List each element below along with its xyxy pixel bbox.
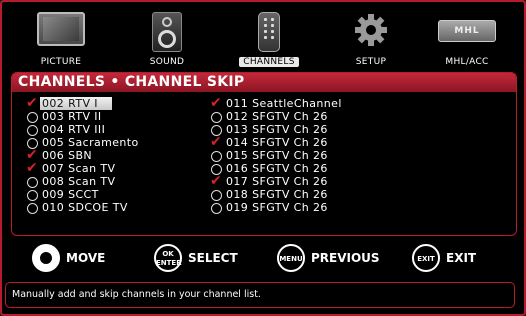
menu-button-icon: MENU <box>277 244 305 272</box>
channel-label: 018 SFGTV Ch 26 <box>226 188 328 201</box>
channel-label: 007 Scan TV <box>42 162 116 175</box>
tab-picture-label: PICTURE <box>40 57 82 67</box>
channel-row[interactable]: 012 SFGTV Ch 26 <box>208 110 448 123</box>
tab-channels-label: CHANNELS <box>224 57 314 67</box>
tab-picture[interactable]: PICTURE <box>16 4 106 70</box>
channel-label: 013 SFGTV Ch 26 <box>226 123 328 136</box>
move-label: MOVE <box>66 251 106 265</box>
channel-skip-panel: CHANNELS • CHANNEL SKIP ✔ 002 RTV I 003 RT… <box>11 72 517 236</box>
channel-row[interactable]: ✔ 014 SFGTV Ch 26 <box>208 135 448 149</box>
channel-label: 006 SBN <box>42 149 93 162</box>
tab-mhl-acc-label: MHL/ACC <box>445 57 489 67</box>
tab-channels[interactable]: CHANNELS <box>224 4 314 70</box>
channel-label: 016 SFGTV Ch 26 <box>226 162 328 175</box>
skip-radio-icon[interactable] <box>211 112 222 123</box>
tv-icon <box>37 12 85 46</box>
channel-label: 012 SFGTV Ch 26 <box>226 110 328 123</box>
channel-list-right: ✔ 011 SeattleChannel 012 SFGTV Ch 26 013 SF… <box>208 96 448 214</box>
skip-radio-icon[interactable] <box>27 125 38 136</box>
channel-row[interactable]: ✔ 017 SFGTV Ch 26 <box>208 174 448 188</box>
tab-setup-label: SETUP <box>355 57 387 67</box>
channel-row[interactable]: 015 SFGTV Ch 26 <box>208 149 448 162</box>
channel-label: 009 SCCT <box>42 188 99 201</box>
tab-sound[interactable]: SOUND <box>122 4 212 70</box>
control-hints: MOVE OK ENTER SELECT MENU PREVIOUS EXIT … <box>14 242 514 276</box>
skip-checkmark-icon[interactable]: ✔ <box>26 96 38 110</box>
skip-radio-icon[interactable] <box>27 190 38 201</box>
gear-icon <box>355 14 387 46</box>
channel-label: 003 RTV II <box>42 110 102 123</box>
channel-row[interactable]: 019 SFGTV Ch 26 <box>208 201 448 214</box>
channel-label: 015 SFGTV Ch 26 <box>226 149 328 162</box>
skip-radio-icon[interactable] <box>27 203 38 214</box>
channel-label: 008 Scan TV <box>42 175 116 188</box>
channel-label: 004 RTV III <box>42 123 106 136</box>
panel-title: CHANNELS • CHANNEL SKIP <box>12 73 516 92</box>
channel-label: 014 SFGTV Ch 26 <box>226 136 328 149</box>
skip-checkmark-icon[interactable]: ✔ <box>210 174 222 188</box>
channel-row[interactable]: ✔ 011 SeattleChannel <box>208 96 448 110</box>
dpad-icon <box>32 244 60 272</box>
tab-setup[interactable]: SETUP <box>326 4 416 70</box>
skip-radio-icon[interactable] <box>27 112 38 123</box>
skip-radio-icon[interactable] <box>211 203 222 214</box>
skip-radio-icon[interactable] <box>211 151 222 162</box>
channel-row[interactable]: 016 SFGTV Ch 26 <box>208 162 448 175</box>
remote-icon <box>258 12 280 52</box>
channel-row[interactable]: 018 SFGTV Ch 26 <box>208 188 448 201</box>
channel-label: 019 SFGTV Ch 26 <box>226 201 328 214</box>
channel-label: 017 SFGTV Ch 26 <box>226 175 328 188</box>
skip-checkmark-icon[interactable]: ✔ <box>26 161 38 175</box>
speaker-icon <box>152 12 182 52</box>
menu-tab-bar: PICTURE SOUND CHANNELS SETUP MHL MHL/ACC <box>4 4 522 70</box>
tab-sound-label: SOUND <box>149 57 185 67</box>
exit-button-icon: EXIT <box>412 244 440 272</box>
channel-row[interactable]: 013 SFGTV Ch 26 <box>208 123 448 136</box>
channel-label: 011 SeattleChannel <box>226 97 342 110</box>
skip-radio-icon[interactable] <box>211 190 222 201</box>
tv-menu-screen: PICTURE SOUND CHANNELS SETUP MHL MHL/ACC… <box>0 0 526 316</box>
skip-radio-icon[interactable] <box>27 177 38 188</box>
channel-label: 002 RTV I <box>40 97 112 110</box>
skip-checkmark-icon[interactable]: ✔ <box>210 96 222 110</box>
skip-checkmark-icon[interactable]: ✔ <box>210 135 222 149</box>
exit-label: EXIT <box>446 251 477 265</box>
previous-label: PREVIOUS <box>311 251 380 265</box>
select-label: SELECT <box>188 251 238 265</box>
channel-label: 010 SDCOE TV <box>42 201 128 214</box>
help-text: Manually add and skip channels in your c… <box>5 282 515 308</box>
mhl-icon: MHL <box>438 20 496 42</box>
channel-label: 005 Sacramento <box>42 136 139 149</box>
ok-enter-button-icon: OK ENTER <box>154 244 182 272</box>
tab-mhl-acc[interactable]: MHL MHL/ACC <box>422 4 512 70</box>
